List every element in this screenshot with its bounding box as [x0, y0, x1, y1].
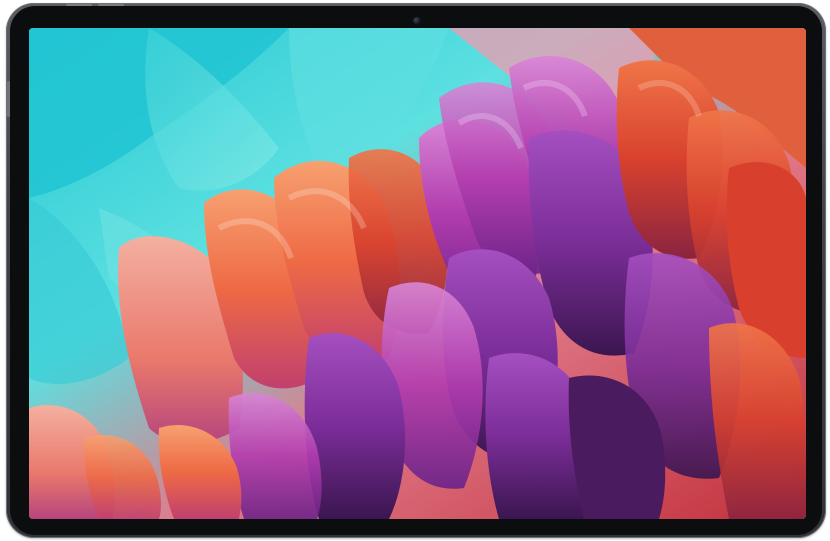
tablet-device: [6, 3, 826, 538]
front-camera-icon: [413, 17, 421, 25]
tablet-screen: [29, 28, 806, 519]
product-image: [0, 0, 830, 541]
tablet-bezel: [10, 6, 822, 535]
wallpaper: [29, 28, 806, 519]
